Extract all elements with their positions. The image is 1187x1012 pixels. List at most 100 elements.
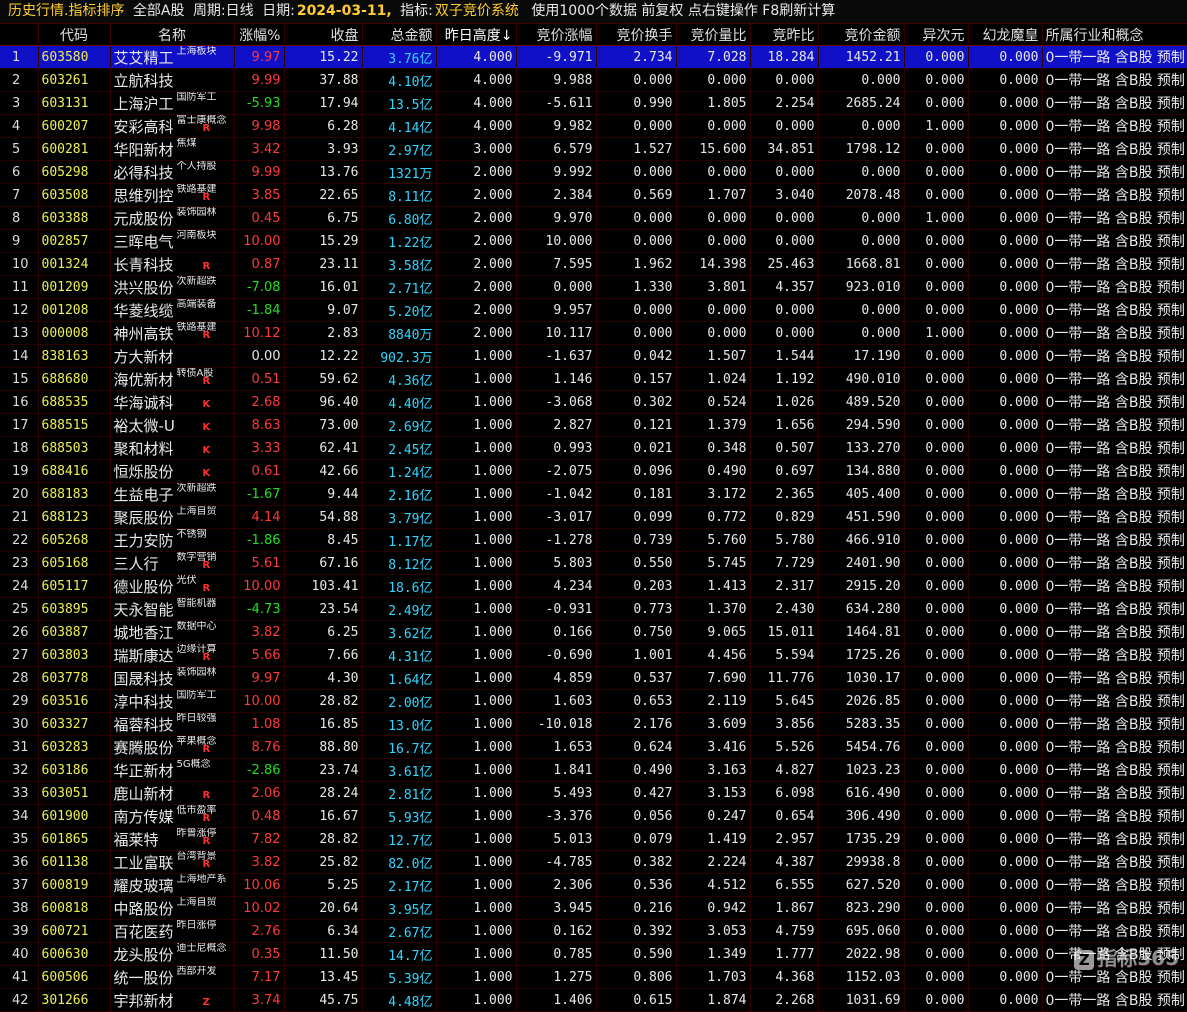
total-amount: 1.64亿: [362, 666, 437, 690]
auction-yesterday-ratio: 0.000: [750, 321, 819, 345]
huanlong-value: 0.000: [968, 68, 1043, 92]
table-row[interactable]: 31 603283 赛腾股份 苹果概念 R 8.76 88.80 16.7亿 1.000 1.65…: [0, 735, 1187, 759]
concept-tag: 高端装备: [176, 299, 217, 310]
table-row[interactable]: 37 600819 耀皮玻璃 上海地产系 10.06 5.25 2.17亿 1.000 2.30…: [0, 873, 1187, 897]
table-row[interactable]: 32 603186 华正新材 5G概念 -2.86 23.74 3.61亿 1.000 1.84…: [0, 758, 1187, 782]
change-pct: -7.08: [234, 275, 285, 299]
huanlong-value: 0.000: [968, 298, 1043, 322]
table-row[interactable]: 9 002857 三晖电气 河南板块 10.00 15.29 1.22亿 2.000 10.00…: [0, 229, 1187, 253]
huanlong-value: 0.000: [968, 620, 1043, 644]
industry-concept: 0一带一路 含B股 预制: [1042, 137, 1187, 161]
table-row[interactable]: 35 601865 福莱特 昨曾涨停 R 7.82 28.82 12.7亿 1.000 5.013…: [0, 827, 1187, 851]
auction-amount: 0.000: [818, 68, 905, 92]
header-col-change[interactable]: 涨幅%: [234, 24, 285, 46]
auction-amount: 2685.24: [818, 91, 905, 115]
stock-name: 三晖电气: [113, 232, 174, 251]
header-col-auction-change[interactable]: 竞价涨幅: [516, 24, 597, 46]
table-row[interactable]: 41 600506 统一股份 西部开发 7.17 13.45 5.39亿 1.000 1.275…: [0, 965, 1187, 989]
table-row[interactable]: 19 688416 恒烁股份 K 0.61 42.66 1.24亿 1.000 -2.075 0.…: [0, 459, 1187, 483]
yiciyuan-value: 0.000: [904, 804, 969, 828]
indicator-value[interactable]: 双子竞价系统: [433, 3, 519, 19]
auction-volume-ratio: 3.801: [676, 275, 751, 299]
header-col-index[interactable]: [0, 24, 39, 46]
table-row[interactable]: 38 600818 中路股份 上海自贸 10.02 20.64 3.95亿 1.000 3.94…: [0, 896, 1187, 920]
table-row[interactable]: 8 603388 元成股份 装饰园林 0.45 6.75 6.80亿 2.000 9.970 0.…: [0, 206, 1187, 230]
board-selector[interactable]: 全部A股: [129, 3, 185, 19]
table-row[interactable]: 27 603803 瑞斯康达 边缘计算 R 5.66 7.66 4.31亿 1.000 -0.69…: [0, 643, 1187, 667]
header-col-auction-yesterday-ratio[interactable]: 竞昨比: [750, 24, 819, 46]
table-row[interactable]: 36 601138 工业富联 台湾背景 R 3.82 25.82 82.0亿 1.000 -4.7…: [0, 850, 1187, 874]
table-row[interactable]: 6 605298 必得科技 个人持股 9.99 13.76 1321万 2.000 9.992 0…: [0, 160, 1187, 184]
stock-name-cell: 统一股份 西部开发: [110, 965, 235, 989]
total-amount: 1.24亿: [362, 459, 437, 483]
table-row[interactable]: 28 603778 国晟科技 装饰园林 9.97 4.30 1.64亿 1.000 4.859 0…: [0, 666, 1187, 690]
table-row[interactable]: 40 600630 龙头股份 迪士尼概念 0.35 11.50 14.7亿 1.000 0.78…: [0, 942, 1187, 966]
table-row[interactable]: 3 603131 上海沪工 国防军工 -5.93 17.94 13.5亿 4.000 -5.61…: [0, 91, 1187, 115]
table-row[interactable]: 12 001208 华菱线缆 高端装备 -1.84 9.07 5.20亿 2.000 9.957…: [0, 298, 1187, 322]
header-col-yiciyuan[interactable]: 异次元: [904, 24, 969, 46]
board-marker: K: [202, 468, 211, 479]
table-row[interactable]: 15 688680 海优新材 转债A股 R 0.51 59.62 4.36亿 1.000 1.14…: [0, 367, 1187, 391]
close-price: 11.50: [284, 942, 363, 966]
header-col-huanlong[interactable]: 幻龙魔皇: [968, 24, 1043, 46]
row-index: 31: [0, 735, 39, 759]
table-row[interactable]: 34 601900 南方传媒 低市盈率 R 0.48 16.67 5.93亿 1.000 -3.3…: [0, 804, 1187, 828]
header-col-auction-volume-ratio[interactable]: 竞价量比: [676, 24, 751, 46]
table-row[interactable]: 18 688503 聚和材料 K 3.33 62.41 2.45亿 1.000 0.993 0.0…: [0, 436, 1187, 460]
stock-name-cell: 元成股份 装饰园林: [110, 206, 235, 230]
concept-tag: 台湾背景: [176, 851, 217, 862]
header-col-yesterday-height[interactable]: 昨日高度↓: [436, 24, 517, 46]
board-marker: R: [202, 583, 211, 594]
table-row[interactable]: 14 838163 方大新材 0.00 12.22 902.3万 1.000 -1.637 0.…: [0, 344, 1187, 368]
auction-change: 0.166: [516, 620, 597, 644]
huanlong-value: 0.000: [968, 229, 1043, 253]
table-row[interactable]: 17 688515 裕太微-U K 8.63 73.00 2.69亿 1.000 2.827 0.…: [0, 413, 1187, 437]
concept-tag: 上海地产系: [176, 874, 227, 885]
industry-concept: 0一带一路 含B股 预制: [1042, 298, 1187, 322]
auction-turnover: 0.536: [596, 873, 677, 897]
table-row[interactable]: 22 605268 王力安防 不锈钢 -1.86 8.45 1.17亿 1.000 -1.278…: [0, 528, 1187, 552]
table-row[interactable]: 33 603051 鹿山新材 R 2.06 28.24 2.81亿 1.000 5.493 0.4…: [0, 781, 1187, 805]
yesterday-height: 1.000: [436, 781, 517, 805]
table-row[interactable]: 10 001324 长青科技 R 0.87 23.11 3.58亿 2.000 7.595 1.9…: [0, 252, 1187, 276]
table-row[interactable]: 7 603508 思维列控 铁路基建 R 3.85 22.65 8.11亿 2.000 2.384…: [0, 183, 1187, 207]
header-col-code[interactable]: 代码: [38, 24, 111, 46]
table-row[interactable]: 11 001209 洪兴股份 次新超跌 -7.08 16.01 2.71亿 2.000 0.00…: [0, 275, 1187, 299]
total-amount: 1321万: [362, 160, 437, 184]
table-row[interactable]: 1 603580 艾艾精工 上海板块 9.97 15.22 3.76亿 4.000 -9.971…: [0, 45, 1187, 69]
header-col-auction-turnover[interactable]: 竞价换手: [596, 24, 677, 46]
table-row[interactable]: 39 600721 百花医药 昨日涨停 2.76 6.34 2.67亿 1.000 0.162 0…: [0, 919, 1187, 943]
header-col-close[interactable]: 收盘: [284, 24, 363, 46]
table-row[interactable]: 2 603261 立航科技 9.99 37.88 4.10亿 4.000 9.988 0.000…: [0, 68, 1187, 92]
auction-turnover: 0.653: [596, 689, 677, 713]
header-col-name[interactable]: 名称: [110, 24, 235, 46]
table-row[interactable]: 13 000008 神州高铁 铁路基建 R 10.12 2.83 8840万 2.000 10.1…: [0, 321, 1187, 345]
table-row[interactable]: 24 605117 德业股份 光伏 R 10.00 103.41 18.6亿 1.000 4.23…: [0, 574, 1187, 598]
concept-tag: 装饰园林: [176, 667, 217, 678]
table-row[interactable]: 20 688183 生益电子 次新超跌 -1.67 9.44 2.16亿 1.000 -1.04…: [0, 482, 1187, 506]
table-row[interactable]: 4 600207 安彩高科 富士康概念 R 9.98 6.28 4.14亿 4.000 9.982…: [0, 114, 1187, 138]
table-row[interactable]: 21 688123 聚辰股份 上海自贸 4.14 54.88 3.79亿 1.000 -3.01…: [0, 505, 1187, 529]
auction-amount: 17.190: [818, 344, 905, 368]
header-col-auction-amount[interactable]: 竞价金额: [818, 24, 905, 46]
date-value[interactable]: 2024-03-11,: [295, 3, 392, 19]
table-row[interactable]: 30 603327 福蓉科技 昨日较强 1.08 16.85 13.0亿 1.000 -10.0…: [0, 712, 1187, 736]
table-row[interactable]: 25 603895 天永智能 智能机器 -4.73 23.54 2.49亿 1.000 -0.9…: [0, 597, 1187, 621]
stock-name: 元成股份: [113, 209, 174, 228]
table-row[interactable]: 26 603887 城地香江 数据中心 3.82 6.25 3.62亿 1.000 0.166 0…: [0, 620, 1187, 644]
yiciyuan-value: 0.000: [904, 827, 969, 851]
table-row[interactable]: 16 688535 华海诚科 K 2.68 96.40 4.40亿 1.000 -3.068 0.…: [0, 390, 1187, 414]
change-pct: 0.51: [234, 367, 285, 391]
header-col-industry[interactable]: 所属行业和概念: [1042, 24, 1187, 46]
yiciyuan-value: 0.000: [904, 551, 969, 575]
table-row[interactable]: 5 600281 华阳新材 焦煤 3.42 3.93 2.97亿 3.000 6.579 1.52…: [0, 137, 1187, 161]
table-row[interactable]: 23 605168 三人行 数字营销 R 5.61 67.16 8.12亿 1.000 5.803…: [0, 551, 1187, 575]
period-value[interactable]: 日线: [226, 3, 254, 19]
table-row[interactable]: 29 603516 淳中科技 国防军工 10.00 28.82 2.00亿 1.000 1.60…: [0, 689, 1187, 713]
table-row[interactable]: 42 301266 宇邦新材 Z 3.74 45.75 4.48亿 1.000 1.406 0.6…: [0, 988, 1187, 1012]
yiciyuan-value: 0.000: [904, 298, 969, 322]
stock-name: 生益电子: [113, 485, 174, 504]
auction-change: 0.162: [516, 919, 597, 943]
yesterday-height: 1.000: [436, 505, 517, 529]
header-col-amount[interactable]: 总金额: [362, 24, 437, 46]
